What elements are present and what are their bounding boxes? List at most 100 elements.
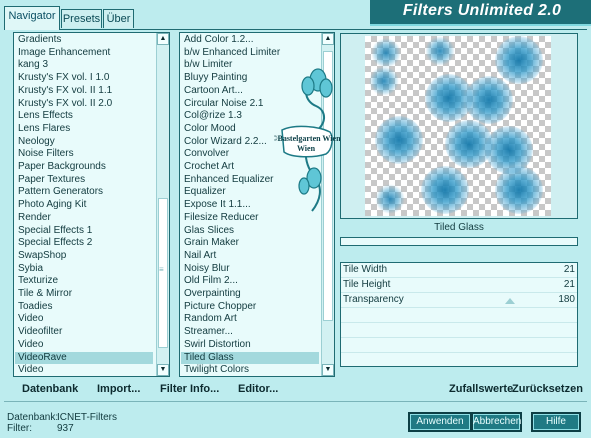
filter-info-button[interactable]: Filter Info... <box>160 383 219 395</box>
filter-item[interactable]: Enhanced Equalizer <box>184 174 274 187</box>
category-list[interactable]: Gradients Image Enhancement kang 3 Krusty's… <box>13 32 170 377</box>
category-item[interactable]: kang 3 <box>18 59 48 72</box>
window-title: Filters Unlimited 2.0 <box>402 2 562 19</box>
watermark-text: ©Bastelgarten Wien <box>274 134 341 143</box>
status-divider <box>4 401 587 402</box>
filter-item[interactable]: Add Color 1.2... <box>184 34 253 47</box>
filter-item[interactable]: Tiled Glass <box>181 351 319 365</box>
filter-item[interactable]: Convolver <box>184 148 229 161</box>
category-item[interactable]: Lens Flares <box>18 123 70 136</box>
category-item[interactable]: Texturize <box>18 275 58 288</box>
category-item[interactable]: Pattern Generators <box>18 186 103 199</box>
param-value: 180 <box>558 294 575 305</box>
category-item[interactable]: Paper Textures <box>18 174 85 187</box>
filter-item[interactable]: b/w Limiter <box>184 59 232 72</box>
category-item[interactable]: VideoRave <box>15 351 153 365</box>
category-scrollbar[interactable]: ▲ ≡ ▼ <box>156 33 169 376</box>
preview-caption: Tiled Glass <box>434 222 484 233</box>
tile-spot <box>371 38 401 68</box>
filter-item[interactable]: Color Wizard 2.2... <box>184 136 267 149</box>
filter-item[interactable]: Overpainting <box>184 288 241 301</box>
tab-navigator[interactable]: Navigator <box>4 6 60 30</box>
import-button[interactable]: Import... <box>97 383 140 395</box>
tile-spot <box>369 66 399 96</box>
filter-item[interactable]: Equalizer <box>184 186 226 199</box>
category-item[interactable]: Sybia <box>18 263 43 276</box>
param-label: Tile Width <box>343 264 388 275</box>
filter-item[interactable]: Bluyy Painting <box>184 72 247 85</box>
cancel-button[interactable]: Abbrechen <box>471 412 522 432</box>
scroll-down-icon[interactable]: ▼ <box>322 364 334 376</box>
filter-item[interactable]: b/w Enhanced Limiter <box>184 47 280 60</box>
scroll-down-icon[interactable]: ▼ <box>157 364 169 376</box>
category-item[interactable]: Special Effects 2 <box>18 237 92 250</box>
param-row-empty <box>341 353 577 366</box>
category-item[interactable]: Special Effects 1 <box>18 225 92 238</box>
filter-item[interactable]: Expose It 1.1... <box>184 199 251 212</box>
param-label: Tile Height <box>343 279 391 290</box>
filter-item[interactable]: Noisy Blur <box>184 263 230 276</box>
filter-count-label: Filter: <box>7 423 32 434</box>
filter-item[interactable]: Crochet Art <box>184 161 234 174</box>
param-row-empty <box>341 323 577 338</box>
slider-marker-icon <box>505 298 515 304</box>
category-item[interactable]: Lens Effects <box>18 110 73 123</box>
filter-item[interactable]: Cartoon Art... <box>184 85 243 98</box>
category-item[interactable]: Toadies <box>18 301 52 314</box>
filter-item[interactable]: Color Mood <box>184 123 236 136</box>
category-item[interactable]: SwapShop <box>18 250 66 263</box>
category-item[interactable]: Tile & Mirror <box>18 288 72 301</box>
category-item[interactable]: Krusty's FX vol. I 1.0 <box>18 72 109 85</box>
category-item[interactable]: Video <box>18 364 43 376</box>
parameter-panel: Tile Width 21 Tile Height 21 Transparenc… <box>340 262 578 367</box>
watermark: ©Bastelgarten Wien Wien <box>271 66 350 216</box>
apply-button[interactable]: Anwenden <box>408 412 472 432</box>
category-item[interactable]: Video <box>18 339 43 352</box>
filter-item[interactable]: Old Film 2... <box>184 275 238 288</box>
tile-spot <box>465 76 513 124</box>
param-row-empty <box>341 308 577 323</box>
param-value: 21 <box>563 279 575 290</box>
editor-button[interactable]: Editor... <box>238 383 278 395</box>
database-button[interactable]: Datenbank <box>22 383 78 395</box>
category-item[interactable]: Videofilter <box>18 326 62 339</box>
filter-item[interactable]: Nail Art <box>184 250 216 263</box>
category-item[interactable]: Krusty's FX vol. II 1.1 <box>18 85 112 98</box>
tab-ueber[interactable]: Über <box>103 9 134 28</box>
category-item[interactable]: Krusty's FX vol. II 2.0 <box>18 98 112 111</box>
filter-item[interactable]: Glas Slices <box>184 225 234 238</box>
filter-item[interactable]: Random Art <box>184 313 237 326</box>
reset-button[interactable]: Zurücksetzen <box>512 383 583 395</box>
filter-item[interactable]: Twilight Colors <box>184 364 249 376</box>
tile-spot <box>375 184 405 214</box>
filter-item[interactable]: Col@rize 1.3 <box>184 110 242 123</box>
category-item[interactable]: Photo Aging Kit <box>18 199 86 212</box>
param-row-empty <box>341 338 577 353</box>
random-values-button[interactable]: Zufallswerte <box>449 383 513 395</box>
preview-slider[interactable] <box>340 237 578 246</box>
filter-item[interactable]: Grain Maker <box>184 237 239 250</box>
tab-presets[interactable]: Presets <box>61 9 102 28</box>
category-item[interactable]: Neology <box>18 136 55 149</box>
tab-divider <box>4 29 587 30</box>
filter-item[interactable]: Streamer... <box>184 326 233 339</box>
filter-item[interactable]: Swirl Distortion <box>184 339 251 352</box>
param-row-tile-width[interactable]: Tile Width 21 <box>341 263 577 278</box>
param-row-transparency[interactable]: Transparency 180 <box>341 293 577 308</box>
param-label: Transparency <box>343 294 404 305</box>
category-item[interactable]: Gradients <box>18 34 61 47</box>
preview-pane <box>340 33 578 219</box>
category-item[interactable]: Noise Filters <box>18 148 74 161</box>
help-button[interactable]: Hilfe <box>531 412 581 432</box>
filter-item[interactable]: Filesize Reducer <box>184 212 258 225</box>
category-item[interactable]: Render <box>18 212 51 225</box>
category-item[interactable]: Image Enhancement <box>18 47 110 60</box>
scroll-up-icon[interactable]: ▲ <box>322 33 334 45</box>
scroll-up-icon[interactable]: ▲ <box>157 33 169 45</box>
preview-image <box>365 36 551 216</box>
category-item[interactable]: Paper Backgrounds <box>18 161 106 174</box>
param-row-tile-height[interactable]: Tile Height 21 <box>341 278 577 293</box>
category-item[interactable]: Video <box>18 313 43 326</box>
filter-item[interactable]: Circular Noise 2.1 <box>184 98 263 111</box>
filter-item[interactable]: Picture Chopper <box>184 301 256 314</box>
